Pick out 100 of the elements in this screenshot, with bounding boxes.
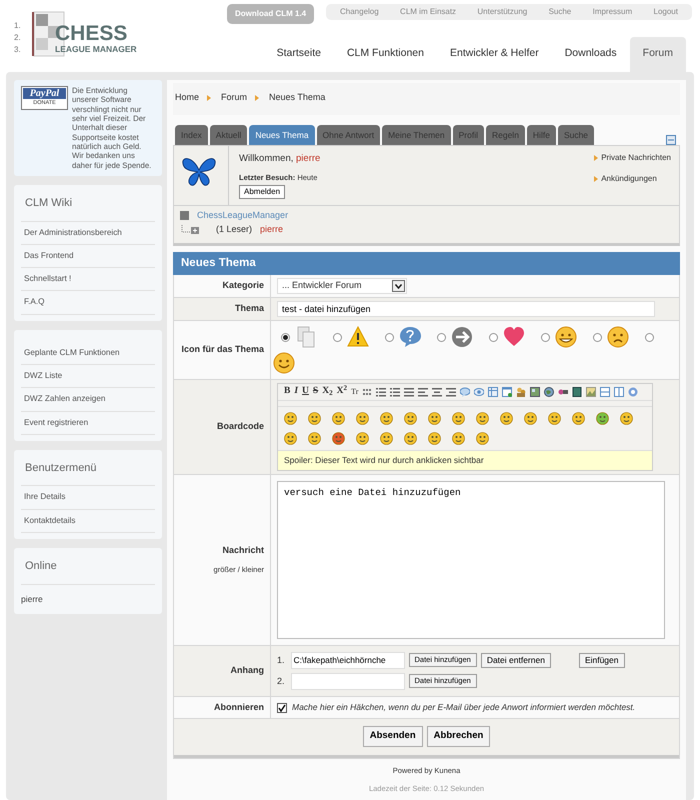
smiley-icon[interactable] <box>500 412 513 425</box>
radio-button[interactable] <box>281 332 290 342</box>
smiley-icon[interactable] <box>380 432 393 445</box>
smiley-icon[interactable] <box>404 432 417 445</box>
attachment-button[interactable]: Einfügen <box>578 652 624 668</box>
online-user[interactable]: pierre <box>21 584 155 608</box>
globe-icon[interactable] <box>544 387 554 397</box>
smiley-icon[interactable] <box>428 412 441 425</box>
sidebar-link[interactable]: DWZ Liste <box>21 365 155 388</box>
radio-button[interactable] <box>593 332 602 342</box>
sidebar-link[interactable]: Ihre Details <box>21 486 155 510</box>
smiley-icon[interactable] <box>356 412 369 425</box>
align-right-icon[interactable] <box>446 387 456 397</box>
forum-tab[interactable]: Neues Thema <box>249 124 315 146</box>
image-icon[interactable] <box>586 387 596 397</box>
smiley-icon[interactable] <box>548 412 561 425</box>
radio-button[interactable] <box>489 332 498 342</box>
people-icon[interactable] <box>516 387 526 397</box>
logo-number: 1. <box>14 20 21 32</box>
username-link[interactable]: pierre <box>296 153 320 164</box>
table-icon[interactable] <box>488 387 498 397</box>
format-button[interactable]: I <box>294 387 298 397</box>
sidebar-link[interactable]: Der Administrationsbereich <box>21 222 155 245</box>
sidebar-link[interactable]: Schnellstart ! <box>21 268 155 292</box>
field-label: Boardcode <box>216 420 264 434</box>
smiley-icon[interactable] <box>596 412 609 425</box>
smiley-icon[interactable] <box>380 412 393 425</box>
list-icon[interactable] <box>404 387 414 397</box>
subject-input[interactable]: test - datei hinzufügen <box>277 301 655 317</box>
smiley-icon[interactable] <box>476 412 489 425</box>
eye-icon[interactable] <box>474 387 484 397</box>
list-icon[interactable] <box>376 387 386 397</box>
smiley-icon[interactable] <box>404 412 417 425</box>
format-button[interactable]: B <box>284 387 290 397</box>
form-button[interactable]: Absenden <box>362 726 423 746</box>
radio-button[interactable] <box>645 332 654 342</box>
format-button[interactable]: S <box>312 387 318 397</box>
field-label: Nachricht <box>222 544 264 558</box>
sidebar-link[interactable]: Geplante CLM Funktionen <box>21 342 155 366</box>
logout-button[interactable]: Abmelden <box>239 184 286 199</box>
window-icon[interactable] <box>502 387 512 397</box>
split-vertical-icon[interactable] <box>614 387 624 397</box>
speech-bubble-icon[interactable] <box>460 387 470 397</box>
smiley-icon[interactable] <box>356 432 369 445</box>
format-button[interactable]: X$^{2}$ <box>336 387 348 397</box>
field-label: Kategorie <box>222 279 264 292</box>
list-icon[interactable] <box>390 387 400 397</box>
smiley-icon[interactable] <box>284 412 297 425</box>
sidebar-link[interactable]: F.A.Q <box>21 291 155 315</box>
nav-tab[interactable]: Entwickler & Helfer <box>437 37 552 76</box>
collapse-icon[interactable] <box>666 135 676 146</box>
breadcrumb-arrow-icon <box>255 94 260 101</box>
smiley-icon[interactable] <box>332 432 345 445</box>
radio-button[interactable] <box>385 332 394 342</box>
user-link[interactable]: Ankündigungen <box>594 173 671 186</box>
smiley-icon[interactable] <box>524 412 537 425</box>
message-textarea[interactable]: versuch eine Datei hinzuzufügen <box>277 480 665 639</box>
smiley-icon[interactable] <box>428 432 441 445</box>
smiley-icon[interactable] <box>452 432 465 445</box>
nav-tab[interactable]: Downloads <box>552 37 630 76</box>
panel-title: CLM Wiki <box>21 191 155 222</box>
sidebar-link[interactable]: DWZ Zahlen anzeigen <box>21 388 155 412</box>
smiley-icon[interactable] <box>572 412 585 425</box>
breadcrumb-link[interactable]: Forum <box>221 91 248 104</box>
category-select[interactable]: ... Entwickler Forum <box>277 278 407 294</box>
file-input[interactable]: C:\fakepath\eichhörnche <box>290 652 405 669</box>
readers-text: (1 Leser) <box>216 223 252 236</box>
picture-icon[interactable] <box>530 387 540 397</box>
sidebar-link[interactable]: Das Frontend <box>21 244 155 268</box>
grid-icon[interactable] <box>362 387 372 397</box>
align-left-icon[interactable] <box>418 387 428 397</box>
align-center-icon[interactable] <box>432 387 442 397</box>
smiley-icon[interactable] <box>452 412 465 425</box>
nav-tab[interactable]: Startseite <box>264 37 334 76</box>
sidebar-link[interactable]: Event registrieren <box>21 412 155 435</box>
smiley-icon[interactable] <box>620 412 633 425</box>
format-button[interactable]: U <box>302 387 309 397</box>
smiley-icon <box>273 352 295 374</box>
radio-button[interactable] <box>437 332 446 342</box>
file-input[interactable] <box>290 672 405 690</box>
breadcrumb-link[interactable]: Home <box>175 91 200 104</box>
attachment-button[interactable]: Datei entfernen <box>480 652 551 668</box>
form-button[interactable]: Abbrechen <box>426 726 490 746</box>
format-button[interactable]: X$_{2}$ <box>322 387 333 397</box>
radio-button[interactable] <box>541 332 550 342</box>
smiley-icon[interactable] <box>308 432 321 445</box>
logo-number: 3. <box>14 44 21 56</box>
format-button[interactable]: Tr <box>351 388 358 396</box>
split-horizontal-icon[interactable] <box>600 387 610 397</box>
subscribe-text: Mache hier ein Häkchen, wenn du per E-Mail über jede Anwort informiert werden möchtest. <box>292 701 636 714</box>
radio-button[interactable] <box>333 332 342 342</box>
user-link[interactable]: Private Nachrichten <box>594 152 671 164</box>
nav-tab[interactable]: CLM Funktionen <box>334 37 437 76</box>
smiley-icon[interactable] <box>284 432 297 445</box>
smiley-icon[interactable] <box>476 432 489 445</box>
subscribe-checkbox[interactable] <box>277 702 287 712</box>
smiley-icon[interactable] <box>332 412 345 425</box>
sidebar-link[interactable]: Kontaktdetails <box>21 510 155 534</box>
smiley-icon[interactable] <box>308 412 321 425</box>
online-user[interactable]: pierre <box>260 223 284 237</box>
